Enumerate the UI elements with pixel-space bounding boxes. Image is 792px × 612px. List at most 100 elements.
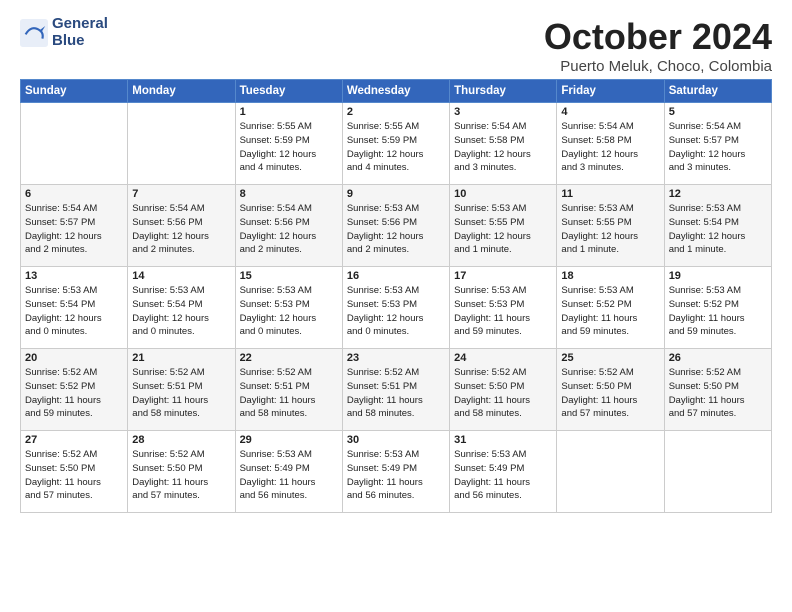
day-number: 23 (347, 352, 445, 364)
day-cell: 4Sunrise: 5:54 AMSunset: 5:58 PMDaylight… (557, 103, 664, 185)
day-cell: 20 Sunrise: 5:52 AMSunset: 5:52 PMDayligh… (21, 349, 128, 431)
day-cell: 1 Sunrise: 5:55 AMSunset: 5:59 PMDaylight… (235, 103, 342, 185)
day-cell (664, 431, 771, 513)
day-number: 6 (25, 188, 123, 200)
day-cell (128, 103, 235, 185)
day-cell: 10 Sunrise: 5:53 AMSunset: 5:55 PMDayligh… (450, 185, 557, 267)
header-day: Tuesday (235, 80, 342, 103)
header-day: Wednesday (342, 80, 449, 103)
day-cell: 7 Sunrise: 5:54 AMSunset: 5:56 PMDaylight… (128, 185, 235, 267)
day-info: Sunrise: 5:52 AMSunset: 5:52 PMDaylight:… (25, 366, 123, 421)
day-info: Sunrise: 5:53 AMSunset: 5:54 PMDaylight:… (132, 284, 230, 339)
month-title: October 2024 (544, 16, 772, 58)
day-cell: 30Sunrise: 5:53 AMSunset: 5:49 PMDayligh… (342, 431, 449, 513)
day-cell: 27 Sunrise: 5:52 AMSunset: 5:50 PMDayligh… (21, 431, 128, 513)
day-cell: 6 Sunrise: 5:54 AMSunset: 5:57 PMDaylight… (21, 185, 128, 267)
day-cell: 2Sunrise: 5:55 AMSunset: 5:59 PMDaylight… (342, 103, 449, 185)
logo-line1: General (52, 16, 108, 33)
day-info: Sunrise: 5:52 AMSunset: 5:50 PMDaylight:… (454, 366, 552, 421)
week-row: 6 Sunrise: 5:54 AMSunset: 5:57 PMDaylight… (21, 185, 772, 267)
day-info: Sunrise: 5:55 AMSunset: 5:59 PMDaylight:… (240, 120, 338, 175)
day-info: Sunrise: 5:52 AMSunset: 5:50 PMDaylight:… (669, 366, 767, 421)
day-info: Sunrise: 5:53 AMSunset: 5:55 PMDaylight:… (454, 202, 552, 257)
day-number: 31 (454, 434, 552, 446)
day-cell: 28Sunrise: 5:52 AMSunset: 5:50 PMDayligh… (128, 431, 235, 513)
day-cell (21, 103, 128, 185)
day-info: Sunrise: 5:52 AMSunset: 5:51 PMDaylight:… (240, 366, 338, 421)
header-row: SundayMondayTuesdayWednesdayThursdayFrid… (21, 80, 772, 103)
day-info: Sunrise: 5:54 AMSunset: 5:57 PMDaylight:… (669, 120, 767, 175)
day-cell: 21 Sunrise: 5:52 AMSunset: 5:51 PMDayligh… (128, 349, 235, 431)
day-info: Sunrise: 5:52 AMSunset: 5:50 PMDaylight:… (132, 448, 230, 503)
logo-text: General Blue (52, 16, 108, 49)
logo: General Blue (20, 16, 108, 49)
day-info: Sunrise: 5:52 AMSunset: 5:50 PMDaylight:… (25, 448, 123, 503)
day-number: 1 (240, 106, 338, 118)
week-row: 20 Sunrise: 5:52 AMSunset: 5:52 PMDayligh… (21, 349, 772, 431)
day-info: Sunrise: 5:54 AMSunset: 5:57 PMDaylight:… (25, 202, 123, 257)
header: General Blue October 2024 Puerto Meluk, … (20, 16, 772, 75)
day-cell: 12Sunrise: 5:53 AMSunset: 5:54 PMDayligh… (664, 185, 771, 267)
day-info: Sunrise: 5:53 AMSunset: 5:49 PMDaylight:… (454, 448, 552, 503)
day-cell: 22 Sunrise: 5:52 AMSunset: 5:51 PMDayligh… (235, 349, 342, 431)
header-day: Thursday (450, 80, 557, 103)
day-cell: 19Sunrise: 5:53 AMSunset: 5:52 PMDayligh… (664, 267, 771, 349)
day-info: Sunrise: 5:53 AMSunset: 5:56 PMDaylight:… (347, 202, 445, 257)
day-cell: 16 Sunrise: 5:53 AMSunset: 5:53 PMDayligh… (342, 267, 449, 349)
day-info: Sunrise: 5:55 AMSunset: 5:59 PMDaylight:… (347, 120, 445, 175)
day-info: Sunrise: 5:54 AMSunset: 5:56 PMDaylight:… (240, 202, 338, 257)
day-cell: 17Sunrise: 5:53 AMSunset: 5:53 PMDayligh… (450, 267, 557, 349)
day-cell (557, 431, 664, 513)
day-info: Sunrise: 5:52 AMSunset: 5:51 PMDaylight:… (347, 366, 445, 421)
day-info: Sunrise: 5:54 AMSunset: 5:58 PMDaylight:… (561, 120, 659, 175)
day-number: 10 (454, 188, 552, 200)
day-cell: 18Sunrise: 5:53 AMSunset: 5:52 PMDayligh… (557, 267, 664, 349)
day-number: 20 (25, 352, 123, 364)
day-number: 11 (561, 188, 659, 200)
day-info: Sunrise: 5:53 AMSunset: 5:53 PMDaylight:… (240, 284, 338, 339)
week-row: 13 Sunrise: 5:53 AMSunset: 5:54 PMDayligh… (21, 267, 772, 349)
day-number: 5 (669, 106, 767, 118)
day-cell: 11 Sunrise: 5:53 AMSunset: 5:55 PMDayligh… (557, 185, 664, 267)
day-number: 29 (240, 434, 338, 446)
day-number: 17 (454, 270, 552, 282)
day-number: 21 (132, 352, 230, 364)
day-info: Sunrise: 5:53 AMSunset: 5:54 PMDaylight:… (669, 202, 767, 257)
week-row: 27 Sunrise: 5:52 AMSunset: 5:50 PMDayligh… (21, 431, 772, 513)
day-cell: 5 Sunrise: 5:54 AMSunset: 5:57 PMDaylight… (664, 103, 771, 185)
day-number: 3 (454, 106, 552, 118)
day-info: Sunrise: 5:52 AMSunset: 5:51 PMDaylight:… (132, 366, 230, 421)
day-cell: 3Sunrise: 5:54 AMSunset: 5:58 PMDaylight… (450, 103, 557, 185)
day-info: Sunrise: 5:53 AMSunset: 5:54 PMDaylight:… (25, 284, 123, 339)
day-number: 9 (347, 188, 445, 200)
day-number: 24 (454, 352, 552, 364)
day-number: 25 (561, 352, 659, 364)
day-cell: 15 Sunrise: 5:53 AMSunset: 5:53 PMDayligh… (235, 267, 342, 349)
day-info: Sunrise: 5:53 AMSunset: 5:52 PMDaylight:… (561, 284, 659, 339)
day-number: 13 (25, 270, 123, 282)
day-info: Sunrise: 5:53 AMSunset: 5:49 PMDaylight:… (347, 448, 445, 503)
day-info: Sunrise: 5:53 AMSunset: 5:53 PMDaylight:… (347, 284, 445, 339)
week-row: 1 Sunrise: 5:55 AMSunset: 5:59 PMDaylight… (21, 103, 772, 185)
header-day: Saturday (664, 80, 771, 103)
logo-icon (20, 19, 48, 47)
day-number: 22 (240, 352, 338, 364)
day-number: 15 (240, 270, 338, 282)
day-number: 7 (132, 188, 230, 200)
location: Puerto Meluk, Choco, Colombia (544, 58, 772, 75)
day-number: 16 (347, 270, 445, 282)
day-cell: 8 Sunrise: 5:54 AMSunset: 5:56 PMDaylight… (235, 185, 342, 267)
day-number: 8 (240, 188, 338, 200)
calendar-table: SundayMondayTuesdayWednesdayThursdayFrid… (20, 79, 772, 513)
day-info: Sunrise: 5:54 AMSunset: 5:56 PMDaylight:… (132, 202, 230, 257)
header-day: Monday (128, 80, 235, 103)
day-cell: 9 Sunrise: 5:53 AMSunset: 5:56 PMDaylight… (342, 185, 449, 267)
day-cell: 24 Sunrise: 5:52 AMSunset: 5:50 PMDayligh… (450, 349, 557, 431)
day-info: Sunrise: 5:53 AMSunset: 5:55 PMDaylight:… (561, 202, 659, 257)
day-number: 27 (25, 434, 123, 446)
header-day: Sunday (21, 80, 128, 103)
day-cell: 25 Sunrise: 5:52 AMSunset: 5:50 PMDayligh… (557, 349, 664, 431)
page: General Blue October 2024 Puerto Meluk, … (0, 0, 792, 523)
title-block: October 2024 Puerto Meluk, Choco, Colomb… (544, 16, 772, 75)
day-info: Sunrise: 5:52 AMSunset: 5:50 PMDaylight:… (561, 366, 659, 421)
